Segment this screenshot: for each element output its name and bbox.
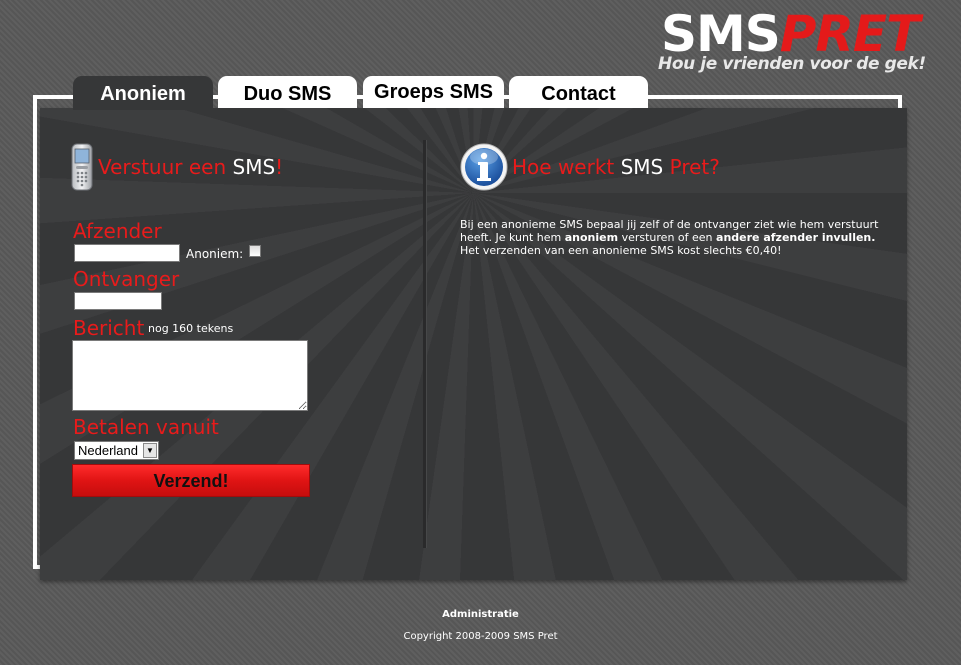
info-text-bold-2: andere afzender invullen. xyxy=(716,231,876,244)
send-sms-heading: Verstuur een SMS! xyxy=(98,155,283,179)
message-textarea[interactable] xyxy=(72,340,308,411)
chevron-down-icon[interactable]: ▼ xyxy=(143,443,157,458)
heading-text-2: SMS xyxy=(620,155,664,179)
heading-text-3: Pret? xyxy=(663,155,720,179)
heading-text-1: Verstuur een xyxy=(98,155,233,179)
heading-text-3: ! xyxy=(275,155,284,179)
how-it-works-heading: Hoe werkt SMS Pret? xyxy=(512,155,720,179)
receiver-input[interactable] xyxy=(74,292,162,310)
logo[interactable]: SMSPRET Hou je vrienden voor de gek! xyxy=(655,4,926,80)
tab-duo-sms[interactable]: Duo SMS xyxy=(218,76,357,108)
mobile-phone-icon xyxy=(70,143,94,191)
message-counter: nog 160 tekens xyxy=(148,322,234,335)
info-paragraph: Bij een anonieme SMS bepaal jij zelf of … xyxy=(460,218,885,257)
tab-contact[interactable]: Contact xyxy=(509,76,648,108)
column-divider xyxy=(423,140,427,548)
anonymous-checkbox[interactable] xyxy=(249,245,261,257)
tab-anoniem[interactable]: Anoniem xyxy=(73,76,213,110)
country-select[interactable]: Nederland ▼ xyxy=(74,441,159,460)
receiver-label: Ontvanger xyxy=(73,267,180,291)
info-text-bold-1: anoniem xyxy=(564,231,619,244)
heading-text-2: SMS xyxy=(232,155,276,179)
info-text-2: versturen of een xyxy=(618,231,717,244)
country-select-value: Nederland xyxy=(78,443,138,458)
submit-button[interactable]: Verzend! xyxy=(72,464,310,497)
tab-groeps-sms[interactable]: Groeps SMS xyxy=(363,76,504,108)
logo-tagline: Hou je vrienden voor de gek! xyxy=(658,54,926,74)
heading-text-1: Hoe werkt xyxy=(512,155,621,179)
info-icon xyxy=(460,143,508,191)
copyright-text: Copyright 2008-2009 SMS Pret xyxy=(403,631,558,642)
info-text-3: Het verzenden van een anonieme SMS kost … xyxy=(460,244,782,257)
pay-label: Betalen vanuit xyxy=(73,415,219,439)
sender-label: Afzender xyxy=(73,219,162,243)
administratie-link[interactable]: Administratie xyxy=(0,609,961,620)
message-label: Bericht xyxy=(73,316,145,340)
sender-input[interactable] xyxy=(74,244,180,262)
anonymous-label: Anoniem: xyxy=(186,247,244,261)
